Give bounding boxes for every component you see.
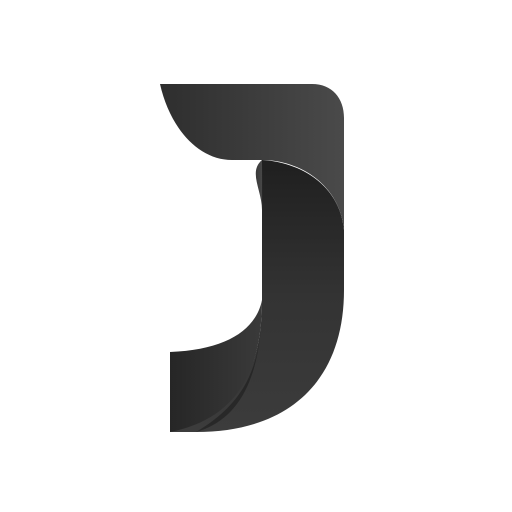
folded-ribbon-j-logo-icon xyxy=(160,84,344,432)
logo-fold-shadow-shape xyxy=(255,160,263,300)
app-icon-canvas xyxy=(0,0,512,512)
